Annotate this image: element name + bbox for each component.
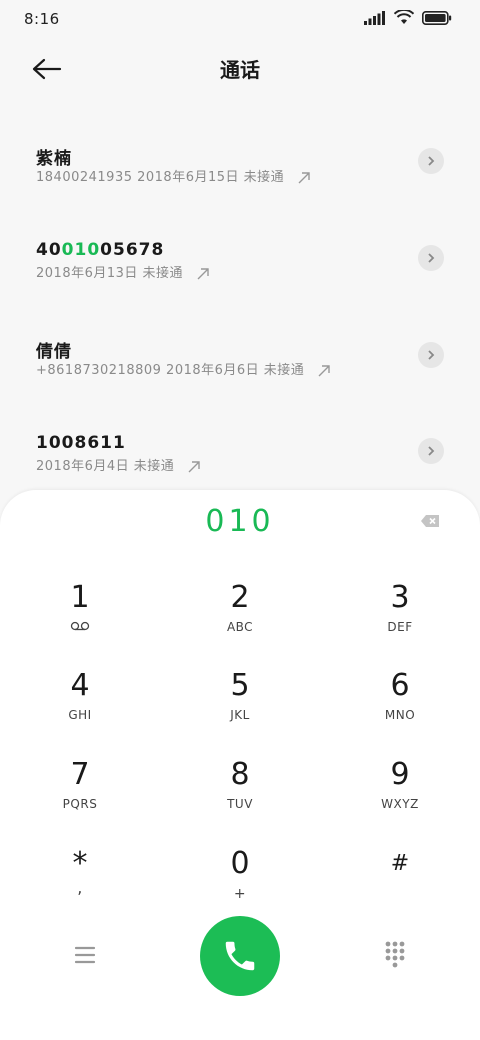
wifi-icon (394, 10, 414, 24)
backspace-icon[interactable] (420, 514, 440, 528)
signal-icon (364, 10, 385, 25)
missed-call-arrow-icon (298, 172, 310, 184)
missed-call-arrow-icon (318, 365, 330, 377)
call-name-prefix: 40 (36, 240, 62, 260)
key-digit: 2 (230, 580, 250, 615)
call-name: 1008611 (36, 433, 126, 453)
missed-call-arrow-icon (188, 461, 200, 473)
call-info-button[interactable] (418, 438, 444, 464)
key-digit: 1 (70, 580, 90, 615)
key-0[interactable]: 0 + (170, 846, 310, 918)
voicemail-icon (70, 621, 90, 631)
chevron-right-icon (428, 446, 435, 456)
key-digit: 7 (70, 757, 90, 792)
key-letters: WXYZ (381, 797, 419, 811)
dialpad: 010 1 2 ABC 3 DEF 4 GHI 5 JKL 6 MNO 7 PQ… (0, 490, 480, 1040)
key-9[interactable]: 9 WXYZ (330, 757, 470, 829)
key-1[interactable]: 1 (10, 580, 150, 652)
call-detail: 2018年6月13日 未接通 (36, 266, 184, 281)
call-detail: 2018年6月4日 未接通 (36, 459, 175, 474)
status-time: 8:16 (24, 10, 60, 28)
phone-icon (225, 941, 255, 971)
key-6[interactable]: 6 MNO (330, 668, 470, 740)
key-letters: PQRS (62, 797, 98, 811)
key-7[interactable]: 7 PQRS (10, 757, 150, 829)
call-item[interactable]: 4001005678 2018年6月13日 未接通 (0, 240, 480, 310)
header: 通话 (0, 40, 480, 96)
status-bar: 8:16 (0, 0, 480, 40)
call-item[interactable]: 紫楠 18400241935 2018年6月15日 未接通 (0, 144, 480, 214)
dial-input[interactable]: 010 (0, 504, 480, 539)
chevron-right-icon (428, 350, 435, 360)
key-digit: 4 (70, 668, 90, 703)
key-letters: , (77, 878, 83, 897)
key-letters: JKL (230, 708, 250, 722)
call-info-button[interactable] (418, 148, 444, 174)
call-detail: 18400241935 2018年6月15日 未接通 (36, 170, 285, 185)
key-digit: 9 (390, 757, 410, 792)
missed-call-arrow-icon (197, 268, 209, 280)
key-star[interactable]: * , (10, 846, 150, 918)
key-letters: TUV (227, 797, 253, 811)
key-4[interactable]: 4 GHI (10, 668, 150, 740)
call-info-button[interactable] (418, 245, 444, 271)
key-8[interactable]: 8 TUV (170, 757, 310, 829)
call-info-button[interactable] (418, 342, 444, 368)
call-name-match: 010 (61, 240, 101, 260)
key-2[interactable]: 2 ABC (170, 580, 310, 652)
key-digit: * (72, 846, 88, 881)
key-letters: ABC (226, 620, 254, 634)
key-digit: 3 (390, 580, 410, 615)
key-3[interactable]: 3 DEF (330, 580, 470, 652)
key-letters: GHI (68, 708, 92, 722)
call-name-suffix: 05678 (100, 240, 165, 260)
key-digit: 8 (230, 757, 250, 792)
key-letters: MNO (384, 708, 416, 722)
battery-icon (422, 10, 452, 25)
key-letters: + (233, 886, 247, 902)
call-detail: +8618730218809 2018年6月6日 未接通 (36, 363, 305, 378)
key-digit: # (390, 851, 410, 876)
keypad-icon[interactable] (384, 940, 406, 970)
chevron-right-icon (428, 156, 435, 166)
chevron-right-icon (428, 253, 435, 263)
call-button[interactable] (200, 916, 280, 996)
call-item[interactable]: 倩倩 +8618730218809 2018年6月6日 未接通 (0, 337, 480, 407)
call-name: 4001005678 (36, 240, 164, 260)
status-icons (364, 10, 452, 25)
key-hash[interactable]: # (330, 846, 470, 918)
key-letters: DEF (387, 620, 413, 634)
key-5[interactable]: 5 JKL (170, 668, 310, 740)
key-digit: 0 (230, 846, 250, 881)
key-digit: 6 (390, 668, 410, 703)
key-digit: 5 (230, 668, 250, 703)
menu-icon[interactable] (74, 944, 96, 966)
page-title: 通话 (220, 58, 260, 82)
